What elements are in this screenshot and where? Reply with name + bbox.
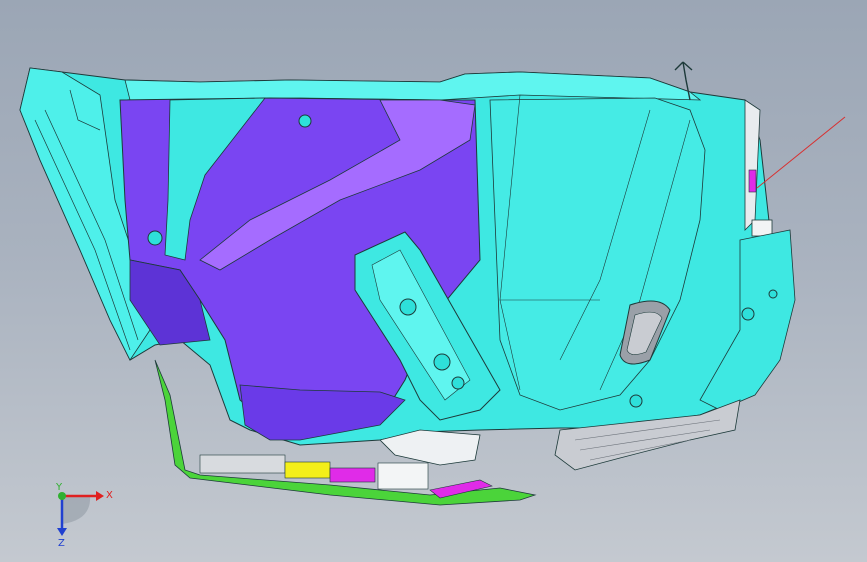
triad-base — [62, 495, 91, 524]
axis-triad: X Y Z — [55, 482, 113, 549]
x-axis-label: X — [106, 490, 113, 501]
z-axis-arrow — [57, 528, 67, 536]
cad-viewport[interactable]: X Y Z — [0, 0, 867, 562]
y-axis-label: Y — [55, 482, 63, 493]
z-axis-label: Z — [58, 538, 65, 549]
y-axis-dot — [58, 492, 66, 500]
x-axis-arrow — [96, 491, 104, 501]
